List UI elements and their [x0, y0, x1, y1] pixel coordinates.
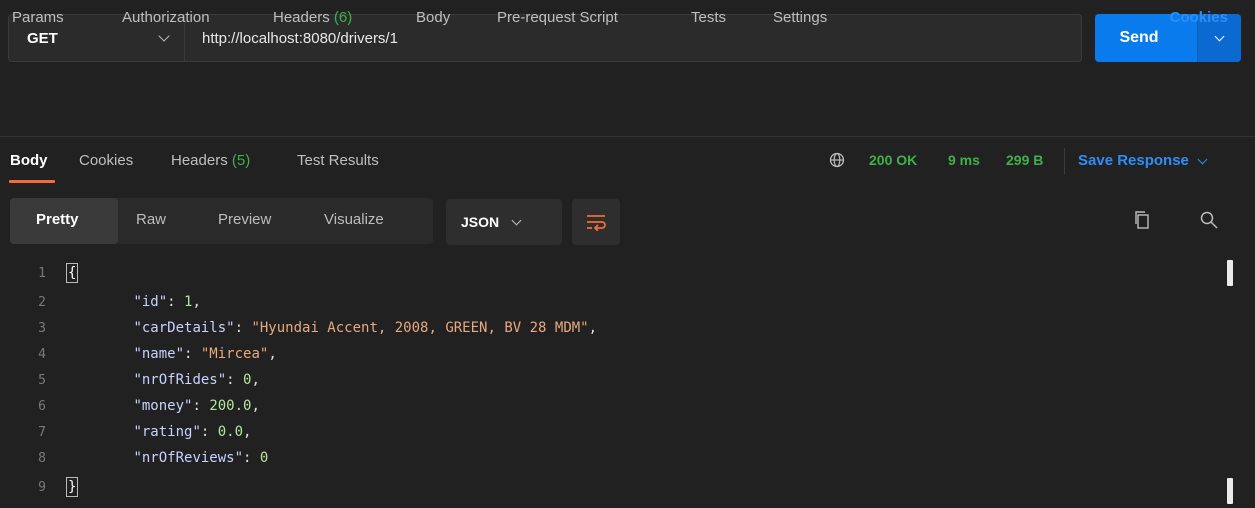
json-key: "nrOfReviews"	[133, 450, 244, 466]
method-label: GET	[27, 29, 58, 47]
line-number: 9	[38, 480, 46, 495]
url-input[interactable]: http://localhost:8080/drivers/1	[185, 30, 398, 47]
tab-body[interactable]: Body	[416, 9, 450, 26]
line-number: 6	[38, 399, 46, 414]
line-number: 8	[38, 451, 46, 466]
close-brace: }	[66, 477, 79, 497]
chevron-down-icon	[158, 30, 170, 42]
save-response-button[interactable]: Save Response	[1078, 152, 1208, 169]
json-comma: ,	[251, 372, 260, 388]
response-tab-body[interactable]: Body	[10, 152, 48, 169]
response-tab-cookies[interactable]: Cookies	[79, 152, 133, 169]
save-response-label: Save Response	[1078, 152, 1189, 169]
json-key: "name"	[133, 346, 185, 362]
json-comma: ,	[268, 346, 277, 362]
tab-tests[interactable]: Tests	[691, 9, 726, 26]
response-tab-test-results[interactable]: Test Results	[297, 152, 379, 169]
json-comma: ,	[192, 294, 201, 310]
open-brace: {	[66, 263, 79, 283]
response-headers-label: Headers	[171, 152, 228, 169]
json-comma: ,	[251, 398, 260, 414]
view-mode-group: Pretty Raw Preview Visualize	[10, 198, 433, 244]
code-line: 7 "rating": 0.0,	[0, 421, 1220, 443]
json-key: "money"	[133, 398, 193, 414]
chevron-down-icon	[1214, 31, 1225, 41]
response-time[interactable]: 9 ms	[948, 152, 980, 168]
wrap-lines-icon	[587, 215, 606, 231]
active-tab-indicator	[9, 180, 55, 183]
code-line: 4 "name": "Mircea",	[0, 343, 1220, 365]
chevron-down-icon	[511, 215, 522, 225]
code-line: 6 "money": 200.0,	[0, 395, 1220, 417]
globe-icon[interactable]	[829, 152, 845, 168]
json-comma: ,	[588, 320, 598, 336]
code-line: 5 "nrOfRides": 0,	[0, 369, 1220, 391]
line-number: 2	[38, 295, 46, 310]
scrollbar-thumb-top[interactable]	[1227, 260, 1233, 286]
tab-settings[interactable]: Settings	[773, 9, 827, 26]
line-number: 1	[38, 266, 46, 281]
copy-icon[interactable]	[1133, 210, 1151, 230]
line-number: 5	[38, 373, 46, 388]
view-preview[interactable]: Preview	[218, 211, 271, 228]
response-headers-count: (5)	[231, 152, 251, 169]
scrollbar-thumb-bottom[interactable]	[1227, 478, 1233, 504]
status-code[interactable]: 200 OK	[869, 152, 917, 168]
json-value: "Hyundai Accent, 2008, GREEN, BV 28 MDM"	[251, 320, 589, 336]
response-body-editor[interactable]: 1{ 2 "id": 1, 3 "carDetails": "Hyundai A…	[0, 258, 1255, 508]
format-label: JSON	[461, 214, 500, 230]
json-value: "Mircea"	[200, 346, 269, 362]
wrap-lines-button[interactable]	[572, 199, 620, 245]
tab-authorization[interactable]: Authorization	[122, 9, 210, 26]
code-line: 3 "carDetails": "Hyundai Accent, 2008, G…	[0, 317, 1220, 339]
response-size[interactable]: 299 B	[1006, 152, 1043, 168]
view-visualize[interactable]: Visualize	[324, 211, 384, 228]
json-value: 200.0	[209, 398, 252, 414]
code-line: 8 "nrOfReviews": 0	[0, 447, 1220, 469]
code-line: 1{	[0, 262, 1220, 284]
tab-headers[interactable]: Headers (6)	[273, 9, 352, 26]
json-key: "nrOfRides"	[133, 372, 227, 388]
code-line: 9}	[0, 476, 1220, 498]
code-line: 2 "id": 1,	[0, 291, 1220, 313]
divider	[0, 136, 1255, 137]
line-number: 7	[38, 425, 46, 440]
format-select[interactable]: JSON	[446, 199, 562, 245]
divider	[1064, 148, 1065, 174]
json-key: "carDetails"	[133, 320, 235, 336]
json-value: 0.0	[217, 424, 244, 440]
cookies-link[interactable]: Cookies	[1170, 9, 1228, 26]
chevron-down-icon	[1197, 154, 1208, 164]
headers-count-badge: (6)	[333, 9, 353, 26]
view-raw[interactable]: Raw	[136, 211, 166, 228]
view-pretty[interactable]: Pretty	[36, 211, 79, 228]
search-icon[interactable]	[1199, 210, 1219, 230]
line-number: 3	[38, 321, 46, 336]
json-comma: ,	[243, 424, 252, 440]
json-key: "id"	[133, 294, 168, 310]
json-key: "rating"	[133, 424, 201, 440]
json-value: 0	[259, 450, 269, 466]
tab-params[interactable]: Params	[12, 9, 64, 26]
tab-headers-label: Headers	[273, 9, 330, 26]
line-number: 4	[38, 347, 46, 362]
response-tab-headers[interactable]: Headers (5)	[171, 152, 250, 169]
tab-prerequest-script[interactable]: Pre-request Script	[497, 9, 618, 26]
